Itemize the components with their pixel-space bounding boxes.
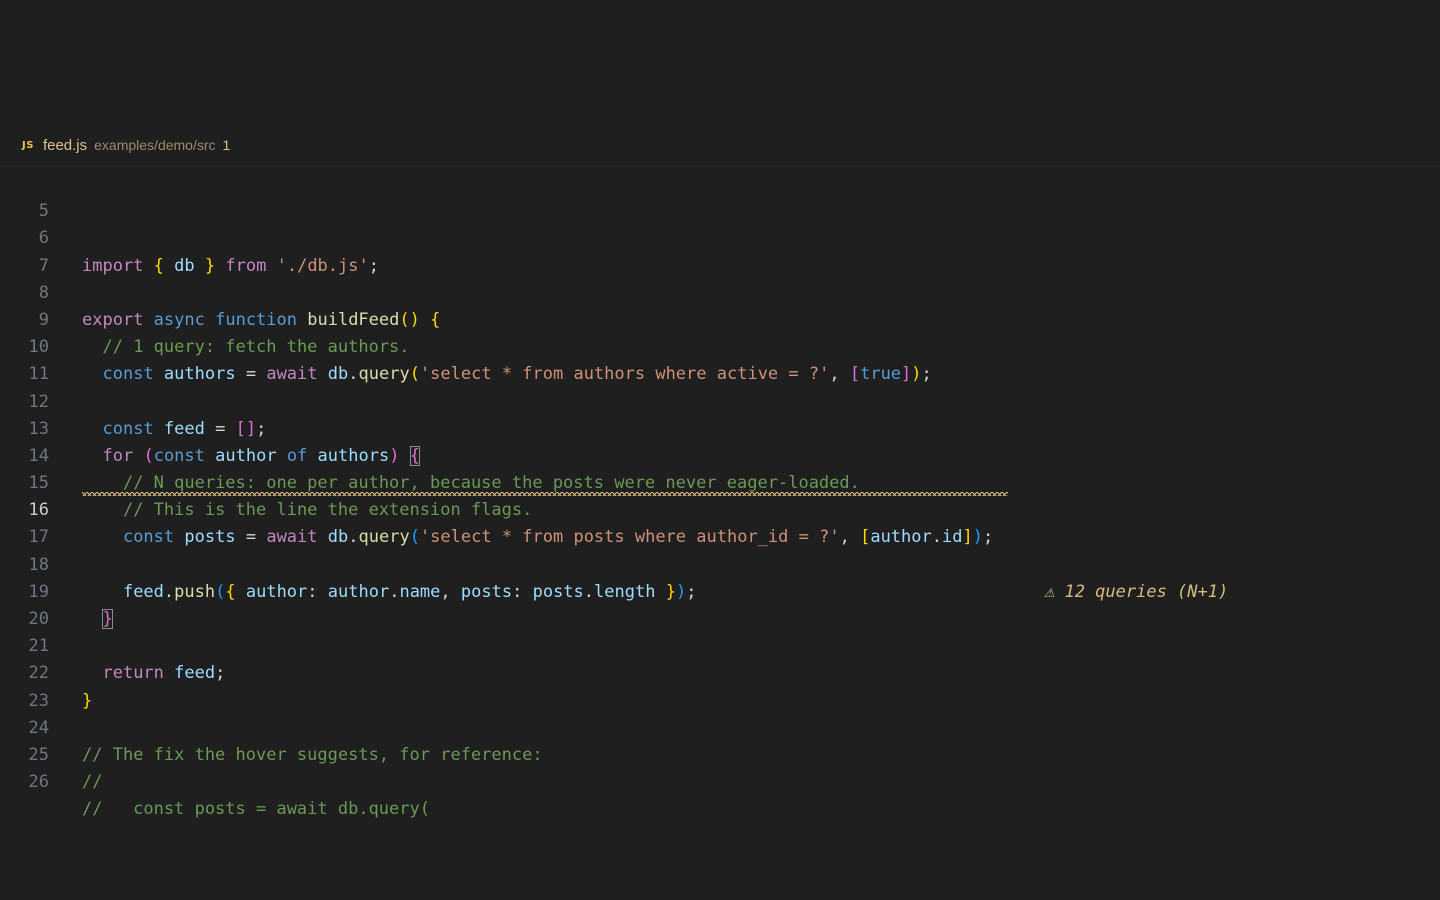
code-line: 10 const authors = await db.query('selec…: [0, 307, 1440, 384]
tab-bar: JS feed.js examples/demo/src 1: [0, 0, 1440, 167]
tab-file-name: feed.js: [42, 136, 88, 154]
code-line: 22 }: [0, 633, 1440, 710]
code-line: 14 // N queries: one per author, because…: [0, 416, 1440, 493]
code-line: 5: [0, 171, 1440, 221]
code-line: 8 export async function buildFeed() {: [0, 253, 1440, 330]
editor-window: JS feed.js examples/demo/src 1 5 6 impor…: [0, 0, 1440, 900]
code-line: 18 feed.push({ author: author.name, post…: [0, 524, 1440, 602]
code-line: 6 import { db } from './db.js';: [0, 198, 1440, 275]
code-line: 26 // const posts = await db.query(: [0, 742, 1440, 819]
warning-squiggle[interactable]: [82, 492, 1008, 497]
code-editor[interactable]: 5 6 import { db } from './db.js'; 7 8 ex…: [0, 171, 1440, 819]
javascript-file-icon: JS: [22, 139, 34, 151]
line-content: // const posts = await db.query(: [82, 796, 430, 823]
code-line: 21 return feed;: [0, 606, 1440, 683]
line-number: 26: [28, 772, 49, 793]
tab-feed-js[interactable]: JS feed.js examples/demo/src 1: [22, 133, 230, 157]
tab-problem-count: 1: [222, 137, 231, 153]
code-line: 19 }: [0, 552, 1440, 630]
code-line: 12 const feed = [];: [0, 361, 1440, 439]
code-line: 23: [0, 660, 1440, 711]
code-line: 7: [0, 225, 1440, 276]
code-line: 11: [0, 334, 1440, 384]
code-line: 20: [0, 579, 1440, 629]
code-line: 24 // The fix the hover suggests, for re…: [0, 688, 1440, 765]
comment: // const posts = await db.query(: [82, 799, 430, 820]
code-line: 17: [0, 497, 1440, 547]
code-line: 13 for (const author of authors) {: [0, 389, 1440, 466]
code-line: 9 // 1 query: fetch the authors.: [0, 280, 1440, 357]
code-line: 15 // This is the line the extension fla…: [0, 443, 1440, 520]
tab-file-path: examples/demo/src: [94, 137, 216, 153]
comment: //: [82, 772, 103, 793]
code-line-flagged: 16 const posts = await db.query('select …: [0, 470, 1440, 602]
code-line: 25 //: [0, 715, 1440, 792]
line-content: //: [82, 769, 102, 796]
